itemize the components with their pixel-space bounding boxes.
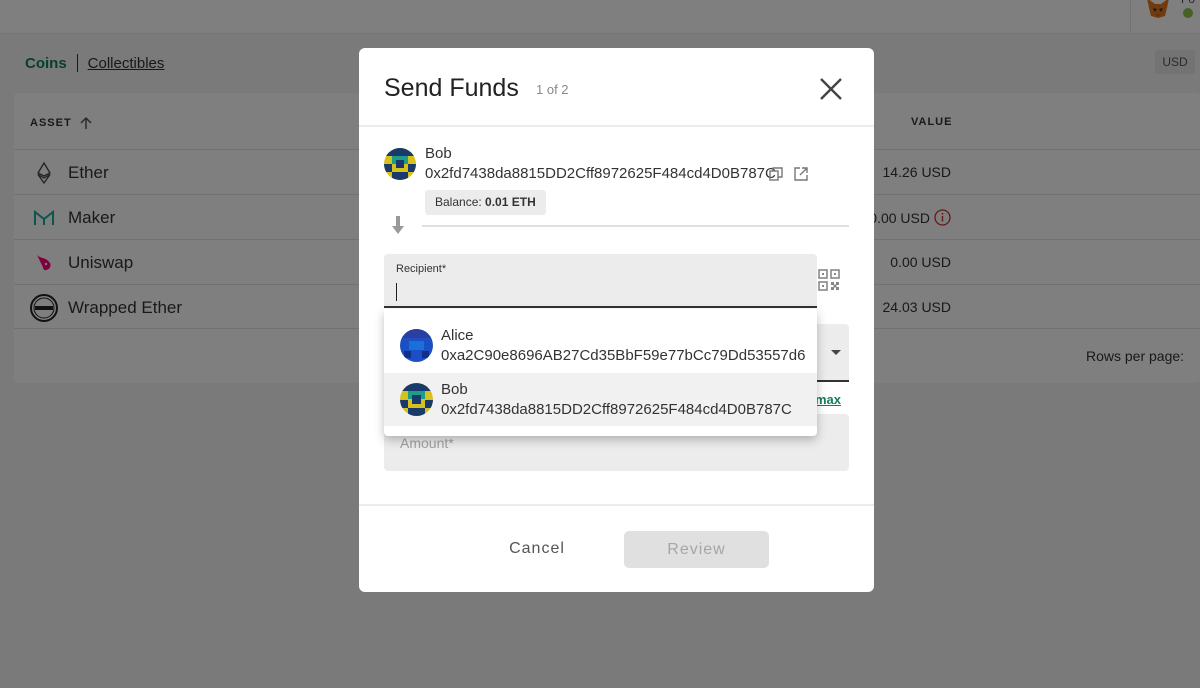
arrow-down-icon — [392, 216, 404, 234]
sender-name: Bob — [425, 145, 452, 162]
suggestion-address: 0xa2C90e8696AB27Cd35BbF59e77bCc79Dd53557… — [441, 347, 806, 364]
suggestion-item-bob[interactable]: Bob 0x2fd7438da8815DD2Cff8972625F484cd4D… — [384, 373, 817, 426]
suggestion-address: 0x2fd7438da8815DD2Cff8972625F484cd4D0B78… — [441, 401, 792, 418]
avatar — [400, 383, 433, 416]
send-funds-dialog: Send Funds 1 of 2 Bob 0x2fd7438da8815DD2… — [359, 48, 874, 592]
dialog-title: Send Funds — [384, 74, 519, 102]
max-button[interactable]: max — [815, 392, 841, 407]
close-icon[interactable] — [817, 75, 845, 103]
footer-divider — [359, 504, 874, 506]
copy-icon[interactable] — [768, 166, 784, 182]
step-indicator: 1 of 2 — [536, 82, 569, 97]
recipient-label: Recipient* — [396, 263, 447, 275]
avatar — [400, 329, 433, 362]
suggestion-item-alice[interactable]: Alice 0xa2C90e8696AB27Cd35BbF59e77bCc79D… — [384, 319, 817, 372]
qr-code-icon[interactable] — [818, 269, 840, 291]
external-link-icon[interactable] — [793, 166, 809, 182]
cancel-button[interactable]: Cancel — [479, 531, 595, 567]
sender-address: 0x2fd7438da8815DD2Cff8972625F484cd4D0B78… — [425, 165, 776, 182]
sender-avatar — [384, 148, 416, 180]
suggestion-name: Alice — [441, 327, 474, 344]
recipient-input[interactable] — [394, 280, 804, 302]
recipient-suggestions: Alice 0xa2C90e8696AB27Cd35BbF59e77bCc79D… — [384, 309, 817, 436]
balance-label: Balance: — [435, 195, 482, 209]
section-divider — [422, 225, 849, 227]
suggestion-name: Bob — [441, 381, 468, 398]
balance-badge: Balance: 0.01 ETH — [425, 190, 546, 215]
review-button[interactable]: Review — [624, 531, 769, 568]
text-cursor — [396, 283, 397, 301]
amount-placeholder: Amount* — [400, 435, 454, 451]
header-divider — [359, 125, 874, 127]
recipient-field[interactable]: Recipient* — [384, 254, 817, 308]
balance-value: 0.01 ETH — [485, 195, 536, 209]
chevron-down-icon — [831, 350, 841, 355]
